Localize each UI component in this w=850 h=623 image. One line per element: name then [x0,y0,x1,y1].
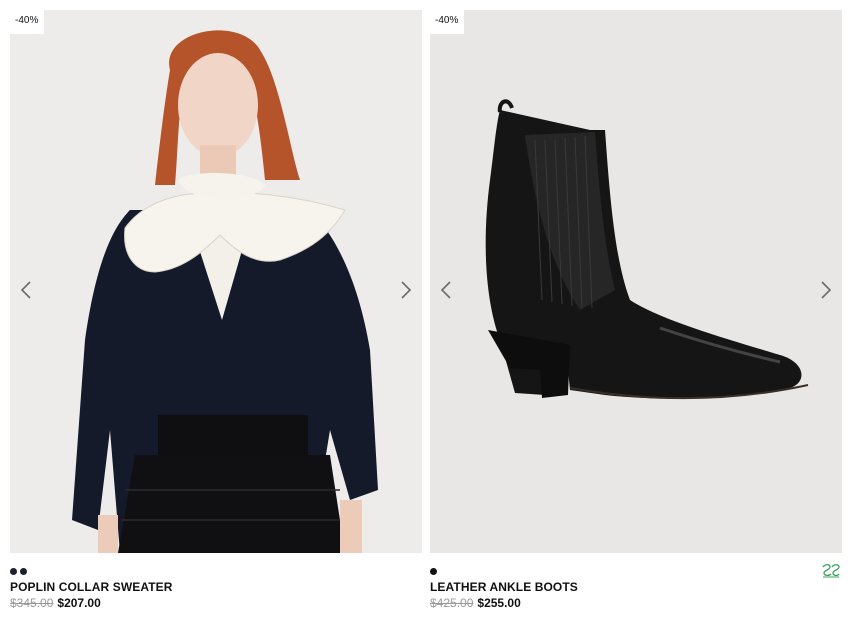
original-price: $425.00 [430,596,474,610]
carousel-prev-button[interactable] [436,278,456,302]
original-price: $345.00 [10,596,54,610]
chevron-left-icon [440,281,451,299]
product-card-boots[interactable]: -40% LEATHER ANKLE BOOTS $425.00 $255.00 [430,10,842,610]
sweater-photo [10,10,422,553]
color-swatches [10,568,27,575]
brand-logo-icon[interactable] [822,564,840,578]
sale-price: $255.00 [477,596,521,610]
discount-badge: -40% [430,10,465,34]
product-name[interactable]: LEATHER ANKLE BOOTS [430,580,578,594]
product-card-sweater[interactable]: -40% POPLIN COLLAR SWEATER $345.00 $207.0… [10,10,422,610]
color-swatch[interactable] [430,568,437,575]
product-name[interactable]: POPLIN COLLAR SWEATER [10,580,173,594]
product-image-sweater[interactable]: -40% [10,10,422,553]
boots-photo [430,10,842,553]
carousel-next-button[interactable] [396,278,416,302]
discount-badge: -40% [10,10,45,34]
chevron-right-icon [401,281,412,299]
product-price: $425.00 $255.00 [430,596,521,610]
color-swatches [430,568,437,575]
product-image-boots[interactable]: -40% [430,10,842,553]
carousel-prev-button[interactable] [16,278,36,302]
chevron-right-icon [821,281,832,299]
product-price: $345.00 $207.00 [10,596,101,610]
color-swatch[interactable] [20,568,27,575]
carousel-next-button[interactable] [816,278,836,302]
color-swatch[interactable] [10,568,17,575]
chevron-left-icon [20,281,31,299]
sale-price: $207.00 [57,596,101,610]
